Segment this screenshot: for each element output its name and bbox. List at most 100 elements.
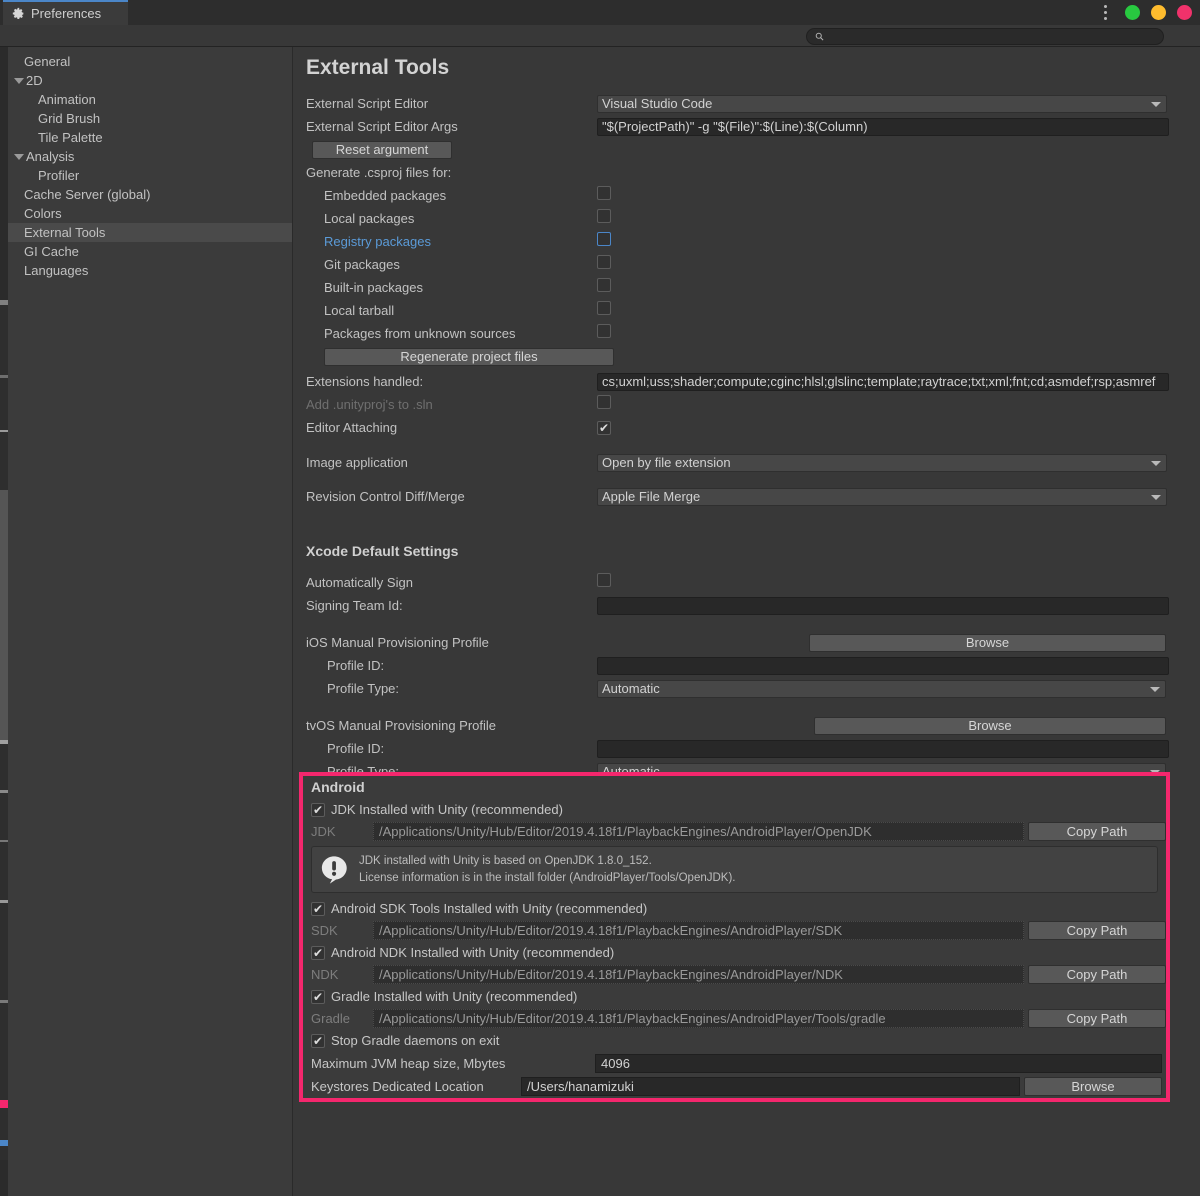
keystores-location-value: /Users/hanamizuki	[527, 1079, 634, 1095]
csproj-option-checkbox[interactable]	[597, 301, 611, 315]
csproj-option-label: Local tarball	[324, 303, 395, 318]
keystores-location-field[interactable]: /Users/hanamizuki	[521, 1077, 1020, 1097]
reset-argument-button[interactable]: Reset argument	[312, 140, 452, 159]
editor-attaching-checkbox[interactable]: ✔	[597, 420, 611, 435]
page-title: External Tools	[306, 56, 450, 79]
script-editor-args-value: "$(ProjectPath)" -g "$(File)":$(Line):$(…	[602, 119, 868, 134]
sdk-installed-checkbox[interactable]: ✔	[311, 901, 325, 916]
csproj-option-checkbox[interactable]	[597, 209, 611, 223]
kebab-menu-icon[interactable]	[1098, 4, 1112, 22]
sdk-checkbox-row[interactable]: ✔ Android SDK Tools Installed with Unity…	[303, 897, 1166, 920]
jdk-installed-checkbox[interactable]: ✔	[311, 802, 325, 817]
maximize-button[interactable]	[1151, 5, 1166, 20]
sdk-copy-label: Copy Path	[1066, 923, 1128, 939]
sidebar-item-animation[interactable]: Animation	[8, 90, 292, 109]
sidebar-item-external-tools[interactable]: External Tools	[8, 223, 292, 242]
expander-triangle-icon[interactable]	[14, 153, 24, 160]
extensions-handled-field[interactable]: cs;uxml;uss;shader;compute;cginc;hlsl;gl…	[597, 372, 1169, 391]
sidebar-item-gi-cache[interactable]: GI Cache	[8, 242, 292, 261]
csproj-option-checkbox[interactable]	[597, 278, 611, 292]
signing-team-id-field[interactable]	[597, 596, 1169, 615]
sidebar-item-2d[interactable]: 2D	[8, 71, 292, 90]
csproj-option-embedded-packages[interactable]: Embedded packages	[294, 184, 1200, 207]
ndk-installed-checkbox[interactable]: ✔	[311, 945, 325, 960]
sdk-copy-path-button[interactable]: Copy Path	[1028, 921, 1166, 941]
sdk-path-value: /Applications/Unity/Hub/Editor/2019.4.18…	[379, 923, 843, 939]
keystores-browse-button[interactable]: Browse	[1024, 1077, 1162, 1097]
jdk-checkbox-row[interactable]: ✔ JDK Installed with Unity (recommended)	[303, 798, 1166, 821]
csproj-option-label: Git packages	[324, 257, 400, 272]
sidebar-item-label: General	[24, 54, 71, 69]
jdk-key-label: JDK	[311, 824, 336, 839]
sidebar: General 2D Animation Grid Brush Tile Palette…	[8, 47, 293, 1196]
jdk-info-line1: JDK installed with Unity is based on Ope…	[359, 855, 652, 867]
sidebar-item-tile-palette[interactable]: Tile Palette	[8, 128, 292, 147]
sidebar-item-label: Colors	[24, 206, 62, 221]
ndk-checkbox-row[interactable]: ✔ Android NDK Installed with Unity (reco…	[303, 941, 1166, 964]
preferences-window: Preferences General 2D Animation Grid Brush…	[0, 0, 1200, 1196]
sidebar-item-profiler[interactable]: Profiler	[8, 166, 292, 185]
gradle-checkbox-row[interactable]: ✔ Gradle Installed with Unity (recommend…	[303, 985, 1166, 1008]
ios-profile-browse-button[interactable]: Browse	[809, 633, 1166, 652]
tab-preferences[interactable]: Preferences	[3, 0, 128, 25]
csproj-option-local-tarball[interactable]: Local tarball	[294, 299, 1200, 322]
csproj-option-checkbox[interactable]	[597, 232, 611, 246]
sidebar-item-analysis[interactable]: Analysis	[8, 147, 292, 166]
image-application-dropdown[interactable]: Open by file extension	[597, 453, 1167, 472]
stop-gradle-daemons-checkbox[interactable]: ✔	[311, 1033, 325, 1048]
jdk-installed-label: JDK Installed with Unity (recommended)	[331, 802, 563, 817]
stop-gradle-daemons-row[interactable]: ✔ Stop Gradle daemons on exit	[303, 1029, 1166, 1052]
automatically-sign-label: Automatically Sign	[306, 575, 413, 590]
ndk-copy-label: Copy Path	[1066, 967, 1128, 983]
csproj-option-checkbox[interactable]	[597, 324, 611, 338]
background-edge-strip	[0, 0, 8, 1196]
sidebar-item-label: Animation	[38, 92, 96, 107]
jdk-info-box: JDK installed with Unity is based on Ope…	[311, 846, 1158, 894]
jdk-path-field: /Applications/Unity/Hub/Editor/2019.4.18…	[373, 822, 1024, 841]
sidebar-item-label: Grid Brush	[38, 111, 101, 126]
toolbar	[0, 25, 1200, 47]
csproj-option-packages-from-unknown-sources[interactable]: Packages from unknown sources	[294, 322, 1200, 345]
external-script-editor-dropdown[interactable]: Visual Studio Code	[597, 94, 1167, 113]
csproj-option-built-in-packages[interactable]: Built-in packages	[294, 276, 1200, 299]
add-unityproj-checkbox[interactable]	[597, 395, 611, 409]
csproj-option-registry-packages[interactable]: Registry packages	[294, 230, 1200, 253]
jvm-heap-field[interactable]: 4096	[595, 1054, 1162, 1074]
tvos-profile-browse-button[interactable]: Browse	[814, 716, 1166, 735]
gradle-installed-checkbox[interactable]: ✔	[311, 989, 325, 1004]
script-editor-args-field[interactable]: "$(ProjectPath)" -g "$(File)":$(Line):$(…	[597, 117, 1169, 136]
minimize-button[interactable]	[1125, 5, 1140, 20]
tvos-profile-id-field[interactable]	[597, 739, 1169, 758]
csproj-option-git-packages[interactable]: Git packages	[294, 253, 1200, 276]
csproj-option-checkbox[interactable]	[597, 255, 611, 269]
csproj-option-local-packages[interactable]: Local packages	[294, 207, 1200, 230]
csproj-options-list: Embedded packages Local packages Registry …	[294, 184, 1200, 345]
csproj-option-checkbox[interactable]	[597, 186, 611, 200]
automatically-sign-checkbox[interactable]	[597, 573, 611, 587]
gradle-copy-path-button[interactable]: Copy Path	[1028, 1009, 1166, 1029]
jdk-path-value: /Applications/Unity/Hub/Editor/2019.4.18…	[379, 824, 872, 839]
search-input[interactable]	[829, 30, 1155, 43]
regenerate-project-files-button[interactable]: Regenerate project files	[324, 347, 614, 366]
csproj-option-label: Built-in packages	[324, 280, 423, 295]
revision-control-label: Revision Control Diff/Merge	[306, 489, 465, 504]
ios-browse-label: Browse	[965, 635, 1010, 650]
ios-profile-id-field[interactable]	[597, 656, 1169, 675]
ndk-copy-path-button[interactable]: Copy Path	[1028, 965, 1166, 985]
ios-profile-type-dropdown[interactable]: Automatic	[597, 679, 1166, 698]
jdk-copy-path-button[interactable]: Copy Path	[1028, 822, 1166, 841]
jvm-heap-row: Maximum JVM heap size, Mbytes 4096	[303, 1052, 1166, 1075]
sidebar-item-cache-server-global[interactable]: Cache Server (global)	[8, 185, 292, 204]
sidebar-item-colors[interactable]: Colors	[8, 204, 292, 223]
sidebar-item-grid-brush[interactable]: Grid Brush	[8, 109, 292, 128]
sidebar-item-general[interactable]: General	[8, 52, 292, 71]
expander-triangle-icon[interactable]	[14, 77, 24, 84]
warning-exclamation-icon	[321, 856, 347, 884]
android-heading: Android	[311, 779, 365, 795]
close-button[interactable]	[1177, 5, 1192, 20]
keystores-location-label: Keystores Dedicated Location	[311, 1079, 484, 1095]
sidebar-item-languages[interactable]: Languages	[8, 261, 292, 280]
revision-control-dropdown[interactable]: Apple File Merge	[597, 487, 1167, 506]
search-box[interactable]	[806, 28, 1164, 45]
title-bar: Preferences	[0, 0, 1200, 25]
